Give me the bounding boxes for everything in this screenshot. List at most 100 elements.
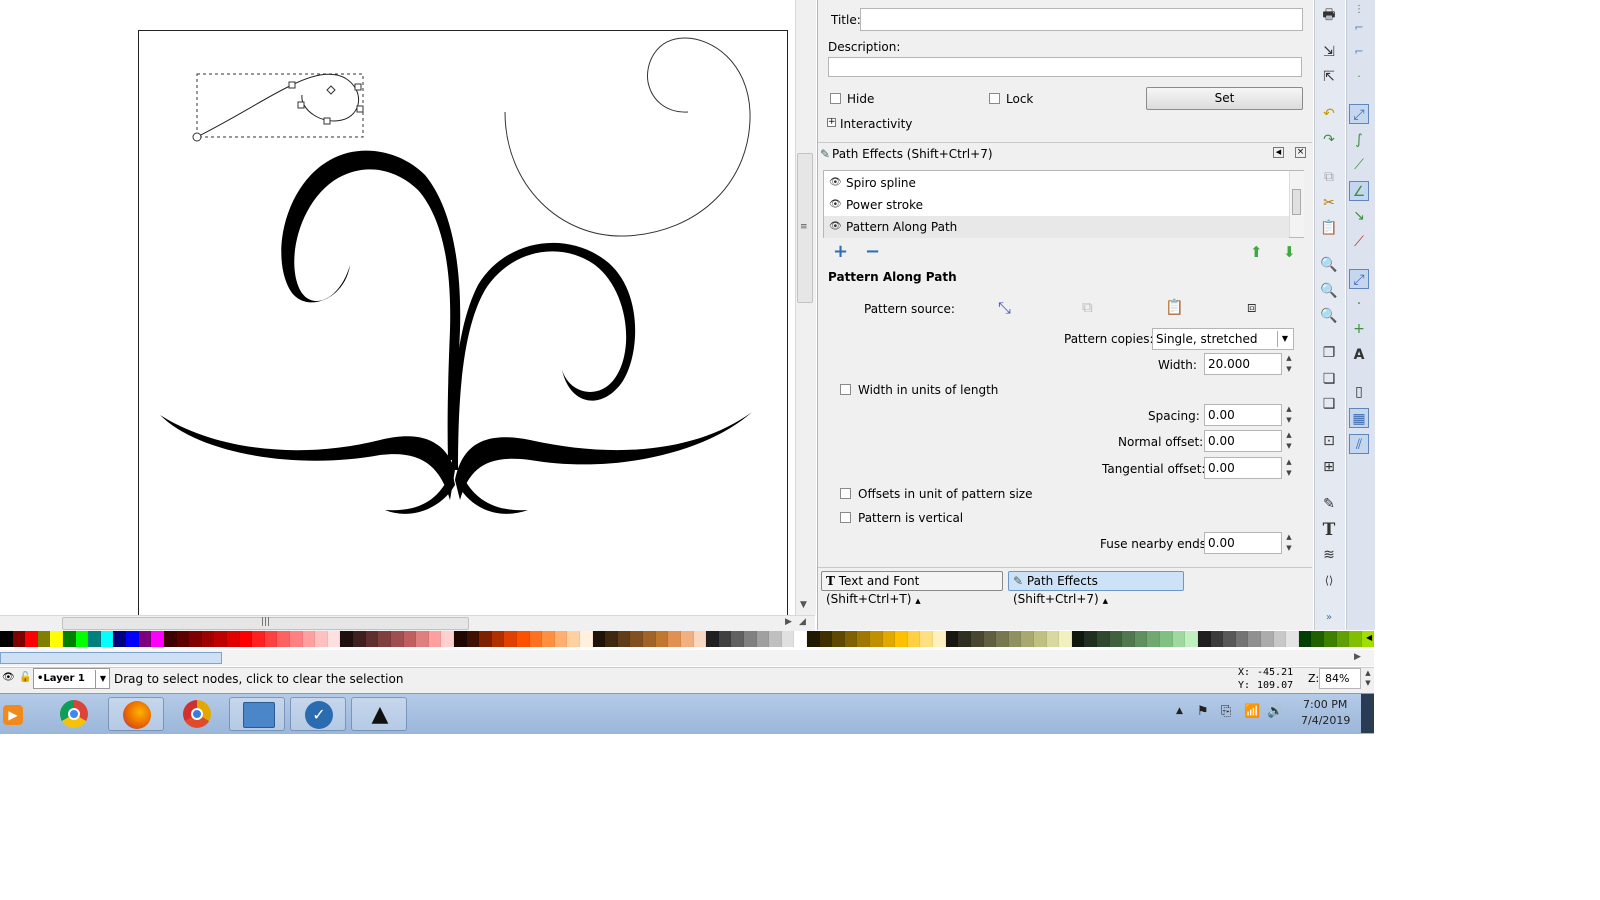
zoom-selection-icon[interactable]: 🔍	[1319, 255, 1339, 275]
color-swatch[interactable]	[453, 631, 467, 647]
color-swatch[interactable]	[1160, 631, 1173, 647]
color-swatch[interactable]	[668, 631, 681, 647]
text-font-icon[interactable]: T	[1319, 520, 1339, 540]
color-swatch[interactable]	[466, 631, 480, 647]
more-icon[interactable]: »	[1319, 608, 1339, 628]
duplicate-icon[interactable]: ❐	[1319, 343, 1339, 363]
snap-rotation-center-icon[interactable]: +	[1349, 319, 1369, 339]
color-swatch[interactable]	[1021, 631, 1034, 647]
color-swatch[interactable]	[1084, 631, 1098, 647]
snap-grid-icon[interactable]: ▦	[1349, 408, 1369, 428]
color-swatch[interactable]	[50, 631, 64, 647]
color-swatch[interactable]	[302, 631, 316, 647]
color-swatch[interactable]	[479, 631, 492, 647]
remove-effect-icon[interactable]: −	[865, 243, 880, 261]
print-icon[interactable]: 🖶	[1319, 5, 1339, 25]
normal-offset-input[interactable]: 0.00	[1204, 430, 1282, 452]
clock-time[interactable]: 7:00 PM	[1303, 698, 1347, 711]
redo-icon[interactable]: ↷	[1319, 130, 1339, 150]
color-swatch[interactable]	[390, 631, 404, 647]
color-swatch[interactable]	[655, 631, 669, 647]
color-swatch[interactable]	[239, 631, 253, 647]
taskbar-app[interactable]	[108, 697, 164, 731]
fuse-spinner[interactable]: ▲ ▼	[1284, 532, 1294, 554]
layer-visibility-icon[interactable]: 👁	[2, 672, 15, 683]
palette-scroll-thumb[interactable]	[0, 652, 222, 664]
pattern-copies-select[interactable]: Single, stretched ▼	[1152, 328, 1294, 350]
color-swatch[interactable]	[1260, 631, 1274, 647]
tab-path-effects[interactable]: ✎ Path Effects (Shift+Ctrl+7) ▲	[1008, 571, 1184, 606]
color-swatch[interactable]	[353, 631, 366, 647]
color-swatch[interactable]	[1223, 631, 1236, 647]
color-swatch[interactable]	[731, 631, 744, 647]
color-swatch[interactable]	[832, 631, 845, 647]
drawing-artwork[interactable]	[0, 0, 795, 615]
pattern-vertical-checkbox[interactable]	[840, 512, 851, 523]
color-swatch[interactable]	[428, 631, 442, 647]
color-swatch[interactable]	[100, 631, 114, 647]
color-swatch[interactable]	[1197, 631, 1211, 647]
zoom-spinner[interactable]: ▲ ▼	[1363, 668, 1373, 689]
snap-bbox-edge-icon[interactable]: ⌐	[1349, 18, 1369, 38]
color-swatch[interactable]	[706, 631, 719, 647]
taskbar-app[interactable]: ▶	[0, 697, 30, 731]
color-swatch[interactable]	[290, 631, 303, 647]
color-swatch[interactable]	[163, 631, 177, 647]
color-swatch[interactable]	[743, 631, 757, 647]
color-swatch[interactable]	[781, 631, 795, 647]
color-swatch[interactable]	[718, 631, 732, 647]
color-swatch[interactable]	[365, 631, 379, 647]
color-swatch[interactable]	[1134, 631, 1148, 647]
color-swatch[interactable]	[1349, 631, 1362, 647]
color-swatch[interactable]	[1273, 631, 1287, 647]
color-swatch[interactable]	[113, 631, 127, 647]
export-icon[interactable]: ⇱	[1319, 67, 1339, 87]
color-swatch[interactable]	[315, 631, 328, 647]
zoom-input[interactable]: 84%	[1319, 668, 1361, 689]
snap-guides-icon[interactable]: ⫽	[1349, 434, 1369, 454]
color-swatch[interactable]	[277, 631, 291, 647]
color-swatch[interactable]	[567, 631, 581, 647]
width-spinner[interactable]: ▲ ▼	[1284, 353, 1294, 375]
color-swatch[interactable]	[378, 631, 391, 647]
color-swatch[interactable]	[1097, 631, 1110, 647]
color-swatch[interactable]	[895, 631, 908, 647]
action-center-icon[interactable]: ⚑	[1197, 704, 1209, 719]
color-swatch[interactable]	[958, 631, 971, 647]
snap-bbox-icon[interactable]: ⋮	[1349, 0, 1369, 20]
effect-item-pattern-along-path[interactable]: 👁 Pattern Along Path	[824, 216, 1289, 238]
group-icon[interactable]: ⊡	[1319, 431, 1339, 451]
taskbar-app[interactable]	[229, 697, 285, 731]
hide-checkbox[interactable]	[830, 93, 841, 104]
resize-corner-icon[interactable]: ◢	[799, 617, 806, 627]
color-swatch[interactable]	[75, 631, 89, 647]
color-swatch[interactable]	[25, 631, 38, 647]
color-swatch[interactable]	[189, 631, 202, 647]
ungroup-icon[interactable]: ⊞	[1319, 457, 1339, 477]
offsets-unit-checkbox[interactable]	[840, 488, 851, 499]
color-swatch[interactable]	[416, 631, 429, 647]
color-swatch[interactable]	[529, 631, 543, 647]
normal-offset-spinner[interactable]: ▲ ▼	[1284, 430, 1294, 452]
chevron-down-icon[interactable]: ▼	[95, 670, 110, 688]
color-swatch[interactable]	[580, 631, 593, 647]
copy-icon[interactable]: ⧉	[1319, 167, 1339, 187]
color-swatch[interactable]	[1122, 631, 1135, 647]
set-button[interactable]: Set	[1146, 87, 1303, 110]
canvas-vertical-scrollbar[interactable]	[795, 0, 816, 615]
link-to-path-icon[interactable]: ⧈	[1247, 298, 1257, 316]
color-swatch[interactable]	[88, 631, 101, 647]
color-swatch[interactable]	[12, 631, 26, 647]
edit-on-canvas-icon[interactable]: ⤡	[998, 298, 1011, 318]
width-units-checkbox[interactable]	[840, 384, 851, 395]
cut-icon[interactable]: ✂	[1319, 193, 1339, 213]
color-swatch[interactable]	[340, 631, 354, 647]
color-swatch[interactable]	[1298, 631, 1312, 647]
color-swatch[interactable]	[680, 631, 694, 647]
add-effect-icon[interactable]: +	[833, 243, 848, 261]
color-swatch[interactable]	[630, 631, 644, 647]
paste-icon[interactable]: 📋	[1165, 298, 1184, 316]
interactivity-expander[interactable]: Interactivity	[840, 117, 912, 131]
color-swatch[interactable]	[1248, 631, 1261, 647]
copy-icon[interactable]: ⧉	[1082, 298, 1093, 316]
